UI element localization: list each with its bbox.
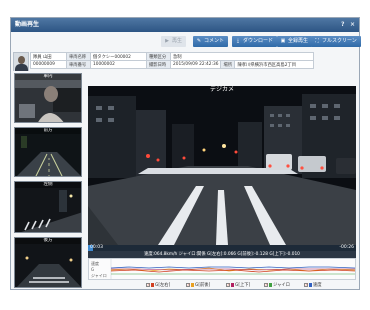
- all-play-label: 全録再生: [288, 38, 309, 44]
- type-value: 急制: [169, 52, 315, 61]
- camera-label-cabin: 車内: [15, 74, 81, 80]
- play-icon: ▶: [165, 38, 169, 44]
- graph-legend: ✓ G[左右] ✓ G[前後] ✓ G[上下] ✓ ジャイロ ✓ 速度: [88, 281, 356, 289]
- legend-checkbox[interactable]: ✓: [264, 282, 268, 287]
- main-camera-label: デジカメ: [209, 86, 234, 93]
- sensor-graph[interactable]: 速度 G ジャイロ: [88, 258, 356, 280]
- legend-label: G[前後]: [195, 283, 211, 288]
- type-label: 種類区分: [146, 52, 171, 61]
- camera-thumb-rear[interactable]: 後方: [14, 237, 82, 288]
- download-icon: ⤓: [236, 38, 240, 44]
- legend-checkbox[interactable]: ✓: [226, 282, 230, 287]
- comment-button[interactable]: ✎ コメント: [193, 36, 229, 47]
- main-video-image: [88, 86, 356, 245]
- info-table: 隊員 山田 車両名称 個タクシー000002 種類区分 急制 00000009 …: [30, 52, 315, 69]
- legend-swatch: [269, 282, 272, 287]
- legend-checkbox[interactable]: ✓: [146, 282, 150, 287]
- legend-swatch: [309, 282, 312, 287]
- play-label: 再生: [172, 38, 183, 44]
- rear-camera-image: [15, 238, 81, 287]
- player-main: 車内 前方 左側 後方 デジカメ 00:03 -00:26 速度:064.8km…: [13, 71, 358, 289]
- vehicle-number-value: 10000002: [90, 60, 147, 69]
- camera-label-front: 前方: [15, 128, 81, 134]
- left-camera-image: [15, 182, 81, 232]
- driver-id: 00000009: [30, 60, 67, 69]
- main-video-frame[interactable]: デジカメ: [88, 86, 356, 245]
- legend-label: 速度: [313, 283, 322, 288]
- comment-icon: ✎: [196, 38, 202, 44]
- camera-thumb-front[interactable]: 前方: [14, 127, 82, 177]
- camera-sidebar: 車内 前方 左側 後方: [13, 71, 85, 289]
- fullscreen-icon: ⛶: [315, 38, 319, 44]
- close-icon[interactable]: ×: [350, 18, 355, 32]
- all-play-button[interactable]: ▣ 全録再生: [277, 36, 313, 47]
- comment-label: コメント: [204, 38, 225, 44]
- place-label: 場所: [220, 60, 236, 69]
- front-camera-image: [15, 128, 81, 176]
- legend-item-speed[interactable]: ✓ 速度: [304, 282, 322, 288]
- legend-checkbox[interactable]: ✓: [186, 282, 190, 287]
- download-label: ダウンロード: [243, 38, 274, 44]
- window-titlebar: 動画再生 ? ×: [11, 18, 359, 32]
- vehicle-number-label: 車両番号: [66, 60, 91, 69]
- speed-series-line: [110, 266, 356, 269]
- video-player-window: 動画再生 ? × ▶ 再生 ✎ コメント ⤓ ダウンロード ▣ 全録再生 ⛶ フルスクリー…: [10, 17, 361, 290]
- toolbar: ▶ 再生 ✎ コメント ⤓ ダウンロード ▣ 全録再生 ⛶ フルスクリーン: [11, 33, 361, 49]
- legend-label: G[上下]: [235, 283, 251, 288]
- download-button[interactable]: ⤓ ダウンロード: [232, 36, 278, 47]
- graph-ylabel-g: G: [91, 267, 94, 272]
- graph-ylabel-speed: 速度: [91, 260, 99, 266]
- legend-label: G[左右]: [155, 283, 171, 288]
- place-value: 陳孝川県横浜市西区高島2丁目: [234, 60, 315, 69]
- fullscreen-button[interactable]: ⛶ フルスクリーン: [311, 36, 361, 47]
- cabin-camera-image: [15, 74, 81, 122]
- legend-item-gyro[interactable]: ✓ ジャイロ: [264, 282, 290, 288]
- legend-swatch: [231, 282, 234, 287]
- legend-label: ジャイロ: [273, 283, 290, 288]
- fullscreen-label: フルスクリーン: [322, 38, 357, 44]
- camera-label-rear: 後方: [15, 238, 81, 244]
- help-icon[interactable]: ?: [341, 18, 344, 32]
- legend-swatch: [191, 282, 194, 287]
- vehicle-name-label: 車両名称: [66, 52, 91, 61]
- avatar: [13, 52, 29, 72]
- vehicle-name-value: 個タクシー000002: [90, 52, 147, 61]
- camera-thumb-cabin[interactable]: 車内: [14, 73, 82, 123]
- sensor-status-line: 速度:064.8km/h ジャイロ:関係 G[左右]:0.066 G[前後]:-…: [88, 251, 356, 258]
- legend-checkbox[interactable]: ✓: [304, 282, 308, 287]
- legend-item-g-front-back[interactable]: ✓ G[前後]: [186, 282, 210, 288]
- play-button[interactable]: ▶ 再生: [161, 36, 187, 47]
- driver-name: 隊員 山田: [30, 52, 67, 61]
- legend-item-g-left-right[interactable]: ✓ G[左右]: [146, 282, 170, 288]
- legend-swatch: [151, 282, 154, 287]
- graph-ylabel-gyro: ジャイロ: [91, 273, 107, 278]
- camera-label-left: 左側: [15, 182, 81, 188]
- camera-thumb-left[interactable]: 左側: [14, 181, 82, 233]
- datetime-value: 2015/09/09 22:42:36: [169, 60, 222, 69]
- sensor-graph-plot: 速度 G ジャイロ: [91, 259, 356, 279]
- datetime-label: 撮影日時: [146, 60, 171, 69]
- all-play-icon: ▣: [280, 38, 286, 44]
- legend-item-g-up-down[interactable]: ✓ G[上下]: [226, 282, 250, 288]
- window-title: 動画再生: [15, 21, 40, 28]
